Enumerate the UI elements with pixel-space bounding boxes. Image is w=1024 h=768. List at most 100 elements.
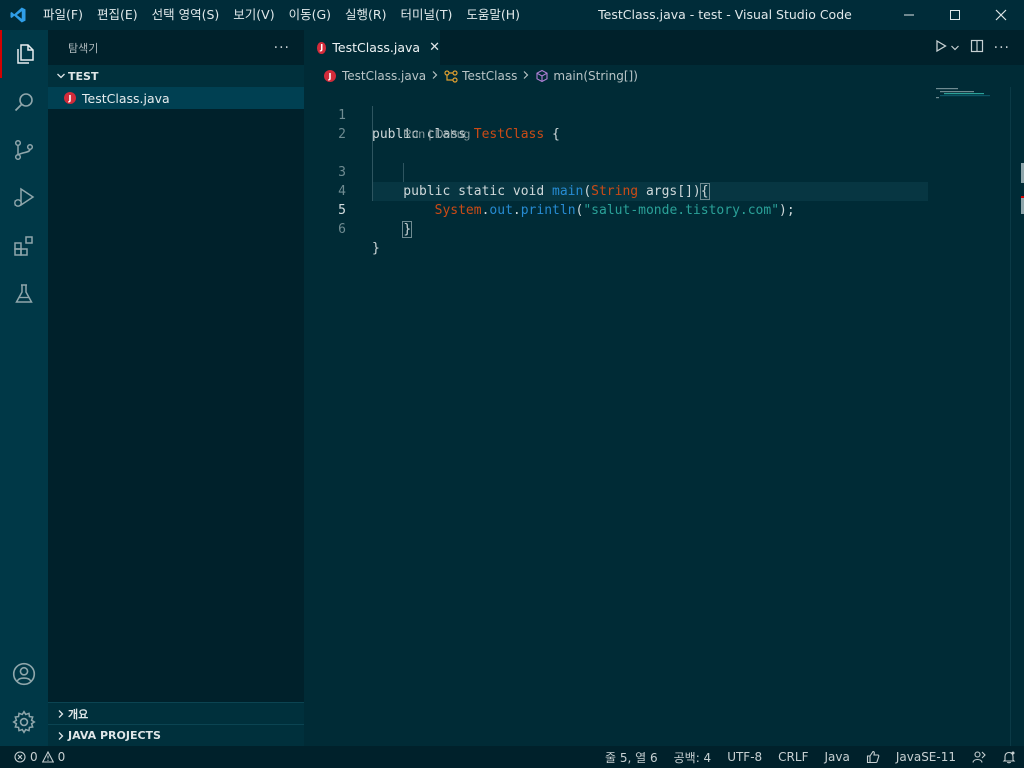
section-java-projects-label: JAVA PROJECTS	[68, 729, 161, 742]
explorer-sidebar: 탐색기 ··· TEST J TestClass.java 개요 JAVA PR…	[48, 30, 304, 746]
explorer-icon	[17, 44, 34, 64]
bell-icon	[1002, 751, 1016, 764]
account-icon	[12, 662, 36, 686]
line-source: }	[372, 241, 380, 256]
warning-count: 0	[57, 750, 66, 764]
error-count: 0	[30, 750, 38, 764]
menu-file[interactable]: 파일(F)	[36, 0, 90, 30]
encoding[interactable]: UTF-8	[719, 746, 770, 768]
menu-bar: 파일(F) 편집(E) 선택 영역(S) 보기(V) 이동(G) 실행(R) 터…	[36, 0, 527, 30]
split-editor-icon	[970, 39, 983, 53]
menu-selection[interactable]: 선택 영역(S)	[145, 0, 227, 30]
codelens-run-debug[interactable]: Run | Debug	[403, 125, 470, 144]
testing-icon	[15, 284, 33, 303]
activity-source-control[interactable]	[0, 126, 48, 174]
file-name: TestClass.java	[82, 90, 170, 106]
section-outline-label: 개요	[68, 707, 89, 721]
close-icon	[995, 9, 1007, 21]
indentation[interactable]: 공백: 4	[666, 746, 720, 768]
activity-accounts[interactable]	[0, 650, 48, 698]
section-java-projects[interactable]: JAVA PROJECTS	[48, 724, 304, 746]
activity-testing[interactable]	[0, 270, 48, 318]
window-title: TestClass.java - test - Visual Studio Co…	[598, 7, 852, 22]
title-bar: 파일(F) 편집(E) 선택 영역(S) 보기(V) 이동(G) 실행(R) 터…	[0, 0, 1024, 30]
minimize-button[interactable]	[886, 0, 932, 30]
breadcrumb: J TestClass.java TestClass main(String[]…	[324, 65, 638, 87]
menu-help[interactable]: 도움말(H)	[459, 0, 527, 30]
chevron-right-icon	[54, 729, 68, 743]
split-editor-button[interactable]	[970, 38, 984, 57]
folder-section-test[interactable]: TEST	[48, 65, 304, 87]
end-of-line[interactable]: CRLF	[770, 746, 816, 768]
run-dropdown-button[interactable]	[950, 38, 960, 57]
line-number: 2	[338, 127, 346, 142]
breadcrumb-method[interactable]: main(String[])	[553, 69, 638, 83]
feedback-button[interactable]	[858, 746, 888, 768]
sidebar-title: 탐색기	[68, 41, 99, 55]
activity-bar	[0, 30, 48, 746]
chevron-down-icon	[54, 69, 68, 83]
file-item-testclass[interactable]: J TestClass.java	[48, 87, 304, 109]
language-mode[interactable]: Java	[816, 746, 857, 768]
activity-explorer[interactable]	[0, 30, 48, 78]
status-bar: 0 0 줄 5, 열 6 공백: 4 UTF-8 CRLF Java JavaS…	[0, 746, 1024, 768]
vertical-scrollbar[interactable]	[1010, 87, 1024, 746]
code-line-4: 4 System.out.println("salut-monde.tistor…	[304, 163, 928, 218]
editor-area: J TestClass.java ✕ ··· J TestClass.java	[304, 30, 1024, 746]
problems-indicator[interactable]: 0 0	[14, 750, 65, 764]
vscode-logo-icon	[0, 0, 36, 30]
menu-terminal[interactable]: 터미널(T)	[394, 0, 460, 30]
person-share-icon	[972, 751, 986, 763]
method-icon	[535, 69, 549, 83]
folder-name: TEST	[68, 69, 99, 83]
sidebar-header: 탐색기 ···	[48, 30, 304, 65]
chevron-down-icon	[950, 45, 959, 51]
run-debug-icon	[14, 187, 35, 207]
java-runtime[interactable]: JavaSE-11	[888, 746, 964, 768]
maximize-button[interactable]	[932, 0, 978, 30]
more-actions-button[interactable]: ···	[274, 40, 290, 56]
line-number: 6	[338, 222, 346, 237]
menu-edit[interactable]: 편집(E)	[90, 0, 145, 30]
minimize-icon	[904, 14, 914, 16]
minimap[interactable]	[936, 87, 1010, 107]
java-file-icon: J	[64, 92, 76, 104]
play-icon	[935, 39, 947, 53]
live-share-button[interactable]	[964, 746, 994, 768]
menu-go[interactable]: 이동(G)	[282, 0, 338, 30]
activity-search[interactable]	[0, 78, 48, 126]
line-source: }	[402, 221, 413, 238]
thumbs-up-icon	[866, 750, 880, 764]
activity-extensions[interactable]	[0, 222, 48, 270]
editor-tabs: J TestClass.java ✕ ···	[304, 30, 1024, 65]
run-button[interactable]	[934, 38, 948, 57]
editor-actions: ···	[934, 30, 1010, 65]
more-editor-actions-button[interactable]: ···	[994, 40, 1010, 56]
code-line-3: 3 public static void main(String args[])…	[304, 144, 928, 200]
breadcrumb-file[interactable]: TestClass.java	[342, 69, 426, 83]
tab-close-icon[interactable]: ✕	[429, 40, 440, 55]
status-right: 줄 5, 열 6 공백: 4 UTF-8 CRLF Java JavaSE-11	[597, 746, 1024, 768]
tab-label: TestClass.java	[332, 40, 421, 55]
chevron-right-icon	[54, 707, 68, 721]
menu-view[interactable]: 보기(V)	[226, 0, 281, 30]
activity-manage[interactable]	[0, 698, 48, 746]
activity-run-debug[interactable]	[0, 174, 48, 222]
warning-icon	[41, 751, 54, 763]
notifications-button[interactable]	[994, 746, 1024, 768]
menu-run[interactable]: 실행(R)	[338, 0, 393, 30]
close-window-button[interactable]	[978, 0, 1024, 30]
breadcrumb-class[interactable]: TestClass	[462, 69, 517, 83]
search-icon	[14, 93, 33, 112]
cursor-position[interactable]: 줄 5, 열 6	[597, 746, 666, 768]
tab-testclass-java[interactable]: J TestClass.java ✕	[304, 30, 440, 65]
settings-gear-icon	[12, 710, 36, 734]
section-outline[interactable]: 개요	[48, 702, 304, 724]
breadcrumb-separator-icon	[431, 69, 439, 83]
window-controls	[886, 0, 1024, 30]
java-file-icon: J	[324, 70, 336, 82]
error-icon	[14, 751, 26, 763]
java-file-icon: J	[317, 41, 327, 54]
code-line-1: 1 public class TestClass {	[304, 87, 928, 142]
code-line-2: 2	[304, 106, 928, 142]
